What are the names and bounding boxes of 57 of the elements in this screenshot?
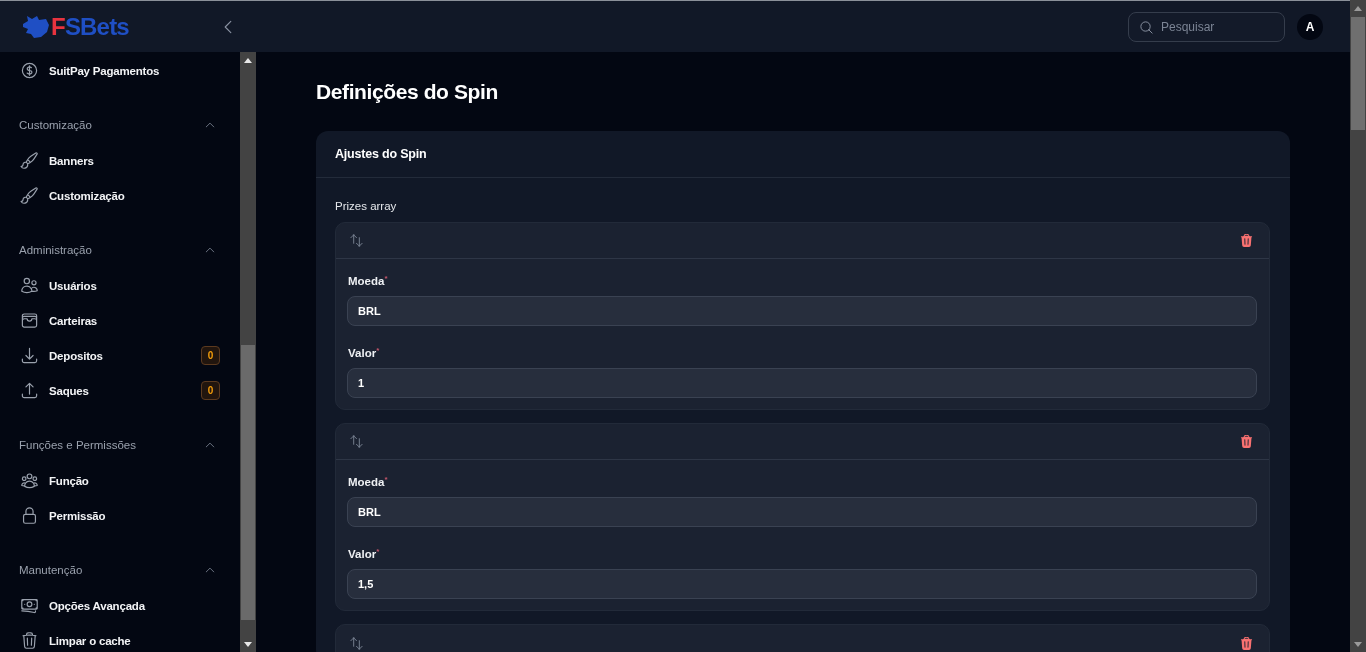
sidebar-item[interactable]: Opções Avançada — [0, 588, 240, 623]
sidebar-item[interactable]: Usuários — [0, 268, 240, 303]
users-icon — [20, 276, 39, 295]
text-input[interactable]: 1,5 — [347, 569, 1257, 599]
up-down-arrows-icon[interactable] — [349, 233, 364, 248]
array-label: Prizes array — [335, 199, 398, 213]
lock-icon — [20, 506, 39, 525]
field-label: Moeda$^{*}$ — [348, 475, 388, 489]
up-down-arrows-icon[interactable] — [349, 434, 364, 449]
upload-icon — [20, 381, 39, 400]
logo-text: FSBets — [51, 12, 129, 41]
sidebar-item[interactable]: SuitPay Pagamentos — [0, 53, 240, 88]
scrollbar[interactable] — [240, 52, 256, 652]
sidebar-item[interactable]: Carteiras — [0, 303, 240, 338]
scrollbar-thumb[interactable] — [241, 345, 255, 620]
delete-icon[interactable] — [1239, 434, 1254, 449]
count-badge: 0 — [201, 346, 220, 365]
download-icon — [20, 346, 39, 365]
scrollbar[interactable] — [1350, 0, 1366, 652]
avatar[interactable]: A — [1297, 13, 1323, 40]
page-title: Definições do Spin — [316, 79, 499, 105]
banknote-icon — [20, 596, 39, 615]
card-title: Ajustes do Spin — [335, 147, 427, 161]
search-field[interactable]: Pesquisar — [1128, 11, 1285, 42]
count-badge: 0 — [201, 381, 220, 400]
scrollbar-thumb[interactable] — [1351, 17, 1365, 130]
sidebar-item[interactable]: Função — [0, 463, 240, 498]
down-arrow-icon[interactable] — [244, 641, 252, 647]
up-down-arrows-icon[interactable] — [349, 635, 364, 651]
section-header[interactable]: Administração — [0, 231, 240, 268]
sidebar-item[interactable]: Permissão — [0, 498, 240, 533]
sidebar-item[interactable]: Depositos 0 — [0, 338, 240, 373]
paintbrush-icon — [20, 186, 39, 205]
section-header[interactable]: Funções e Permissões — [0, 426, 240, 463]
field-label: Valor$^{*}$ — [348, 547, 380, 561]
down-arrow-icon[interactable] — [1354, 641, 1362, 647]
section-header[interactable]: Manutenção — [0, 551, 240, 588]
text-input[interactable]: 1 — [347, 368, 1257, 398]
sidebar-item[interactable]: Limpar o cache — [0, 623, 240, 652]
sidebar-item[interactable]: Banners — [0, 143, 240, 178]
field-label: Valor$^{*}$ — [348, 346, 380, 360]
delete-icon[interactable] — [1239, 233, 1254, 248]
user-group-icon — [20, 471, 39, 490]
search-icon — [1139, 19, 1154, 35]
trash-icon — [20, 631, 39, 650]
text-input[interactable]: BRL — [347, 296, 1257, 326]
delete-icon[interactable] — [1239, 635, 1254, 651]
wallet-icon — [20, 311, 39, 330]
section-header[interactable]: Customização — [0, 106, 240, 143]
sidebar-item[interactable]: Customização — [0, 178, 240, 213]
sidebar-item[interactable]: Saques 0 — [0, 373, 240, 408]
paintbrush-icon — [20, 151, 39, 170]
up-arrow-icon[interactable] — [244, 57, 252, 63]
up-arrow-icon[interactable] — [1354, 5, 1362, 11]
logo-icon — [22, 14, 50, 39]
field-label: Moeda$^{*}$ — [348, 274, 388, 288]
text-input[interactable]: BRL — [347, 497, 1257, 527]
